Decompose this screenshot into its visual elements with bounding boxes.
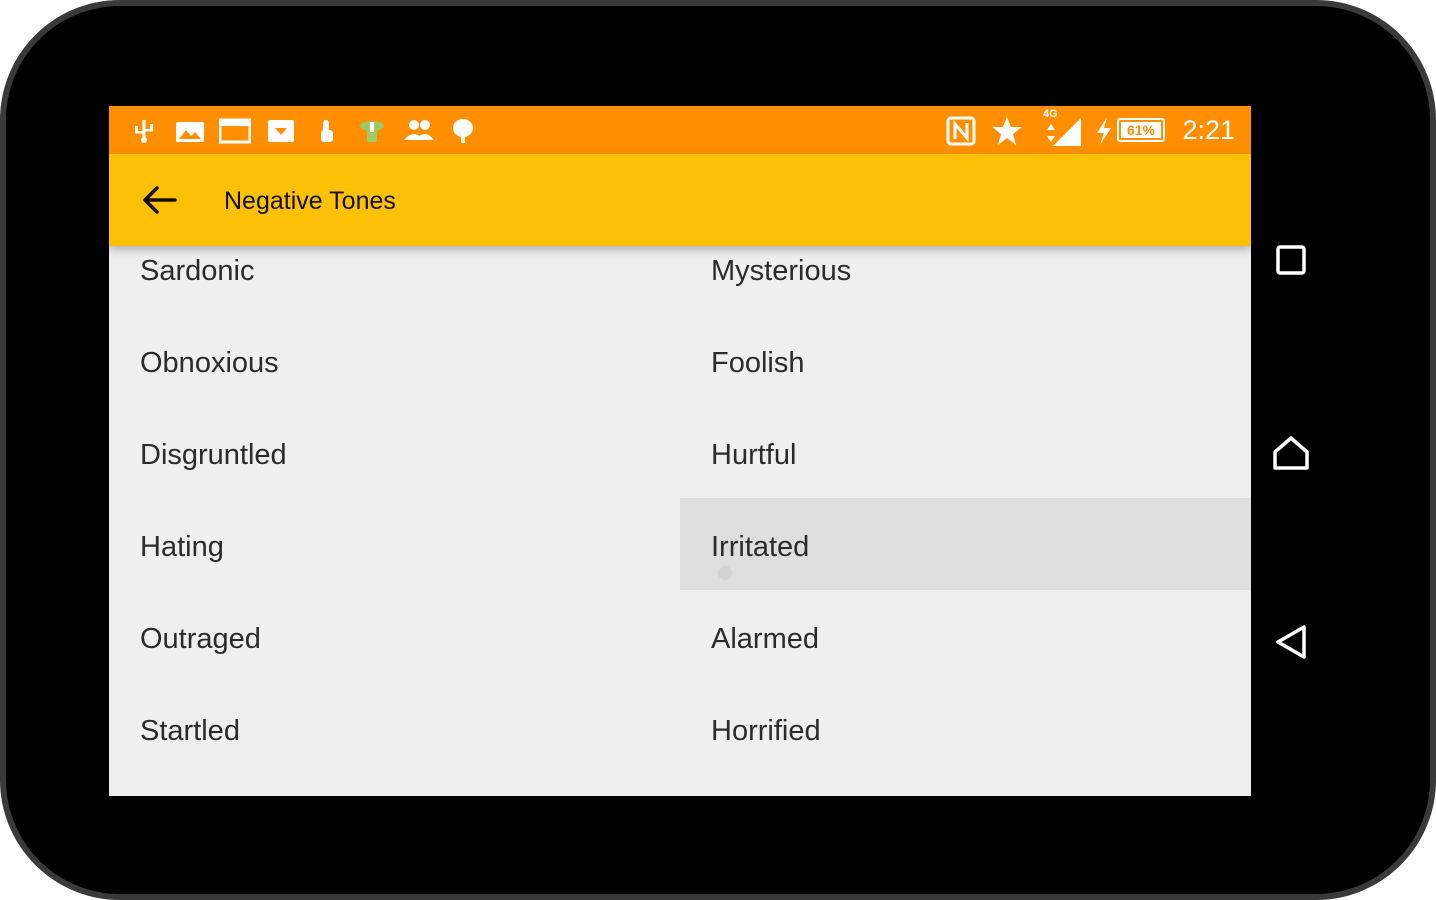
image-icon <box>176 122 204 142</box>
recents-icon[interactable] <box>1266 235 1316 285</box>
tone-label: Outraged <box>140 623 261 655</box>
tone-list: Sardonic Mysterious Obnoxious Foolish Di… <box>109 222 1251 774</box>
tone-label: Irritated <box>711 531 810 563</box>
tone-label: Obnoxious <box>140 347 279 379</box>
usb-icon <box>135 120 153 143</box>
list-item[interactable]: Horrified <box>680 682 1251 774</box>
tone-label: Hating <box>140 531 224 563</box>
tone-label: Foolish <box>711 347 805 379</box>
tone-label: Horrified <box>711 715 821 747</box>
android-icon <box>453 119 473 143</box>
tone-label: Alarmed <box>711 623 819 655</box>
status-bar: 4G 61% 2:21 <box>109 106 1251 154</box>
tone-label: Hurtful <box>711 439 797 471</box>
app-bar: Negative Tones <box>109 154 1251 246</box>
list-item[interactable]: Hating <box>109 498 680 590</box>
window-icon <box>219 118 251 144</box>
arrow-back-icon[interactable] <box>135 176 183 224</box>
home-icon[interactable] <box>1266 430 1316 480</box>
list-item[interactable]: Disgruntled <box>109 406 680 498</box>
contacts-icon <box>404 120 434 140</box>
charging-icon <box>1097 117 1111 145</box>
tone-label: Sardonic <box>140 255 255 287</box>
tone-label: Mysterious <box>711 255 852 287</box>
list-item[interactable]: Alarmed <box>680 590 1251 682</box>
clock: 2:21 <box>1182 115 1235 145</box>
tone-label: Disgruntled <box>140 439 287 471</box>
android-update-icon <box>360 121 384 142</box>
page-title: Negative Tones <box>224 187 396 215</box>
battery-percent: 61% <box>1126 122 1156 138</box>
nfc-icon <box>946 116 976 146</box>
list-item[interactable]: Hurtful <box>680 406 1251 498</box>
list-item[interactable]: Startled <box>109 682 680 774</box>
back-icon[interactable] <box>1266 617 1316 667</box>
app-screen: 4G 61% 2:21 Negative Tones Sardonic Myst… <box>109 106 1251 796</box>
touch-ripple <box>718 566 732 580</box>
star-icon <box>992 117 1022 145</box>
tone-label: Startled <box>140 715 240 747</box>
list-item[interactable]: Foolish <box>680 314 1251 406</box>
list-item[interactable]: Obnoxious <box>109 314 680 406</box>
download-icon <box>268 120 294 142</box>
signal-icon <box>1047 118 1081 146</box>
list-item-pressed[interactable]: Irritated <box>680 498 1251 590</box>
battery-icon: 61% <box>1117 118 1165 142</box>
list-item[interactable]: Outraged <box>109 590 680 682</box>
hand-icon <box>321 120 333 142</box>
